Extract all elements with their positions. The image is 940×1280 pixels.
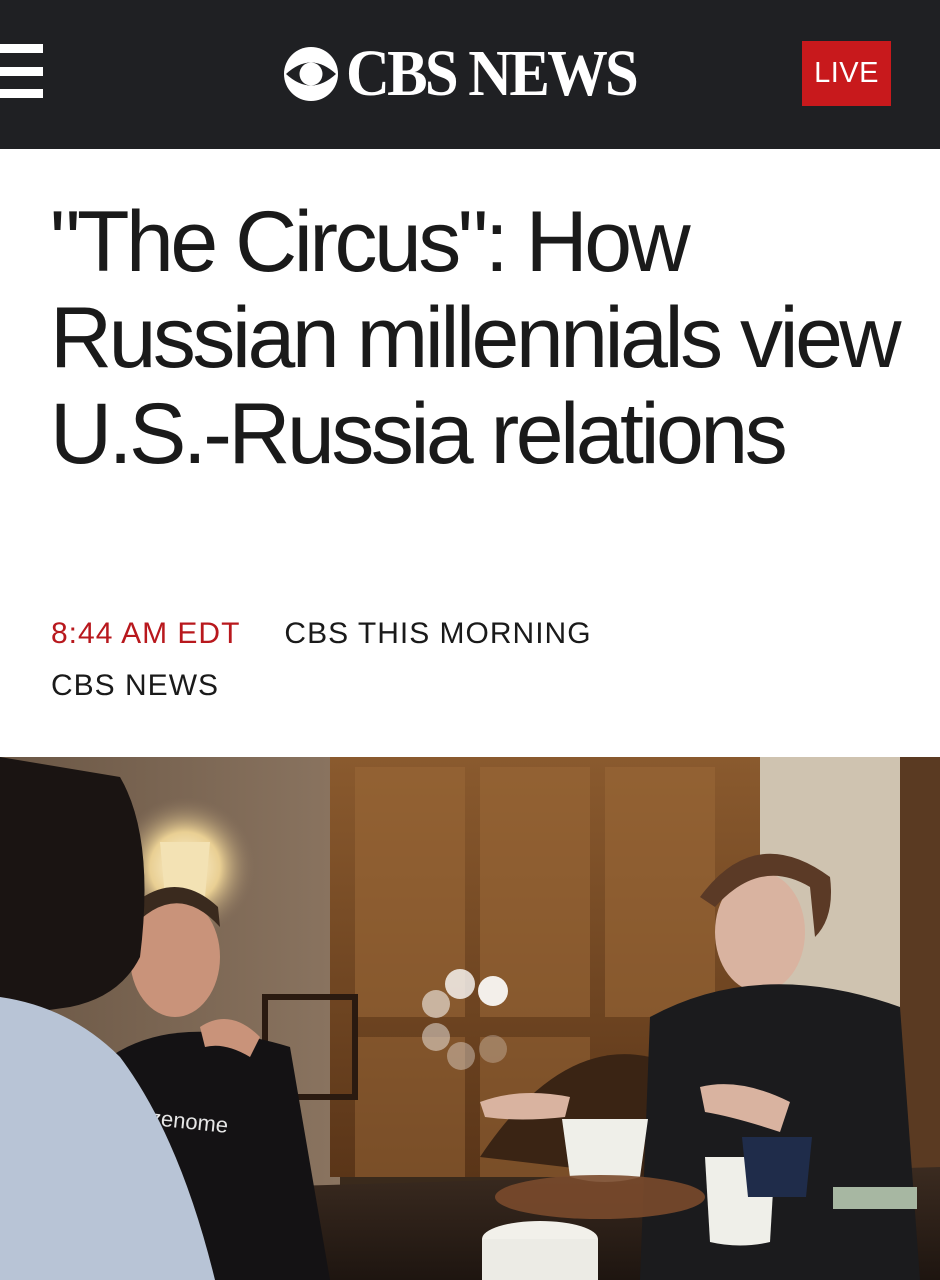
article-show-link[interactable]: CBS THIS MORNING	[284, 617, 591, 650]
article-source: CBS NEWS	[51, 669, 220, 702]
hamburger-menu-icon[interactable]	[0, 44, 44, 100]
cbs-eye-icon	[284, 47, 338, 101]
article-meta: 8:44 AM EDT CBS THIS MORNING	[51, 614, 592, 654]
article-timestamp: 8:44 AM EDT	[51, 617, 241, 650]
top-nav-bar: CBS NEWS LIVE	[0, 0, 940, 149]
logo-wordmark: CBS NEWS	[346, 37, 639, 110]
loading-spinner-icon	[422, 969, 508, 1070]
cbs-news-logo[interactable]: CBS NEWS	[282, 37, 661, 110]
live-button[interactable]: LIVE	[802, 41, 891, 106]
article-headline: "The Circus": How Russian millennials vi…	[50, 194, 902, 482]
